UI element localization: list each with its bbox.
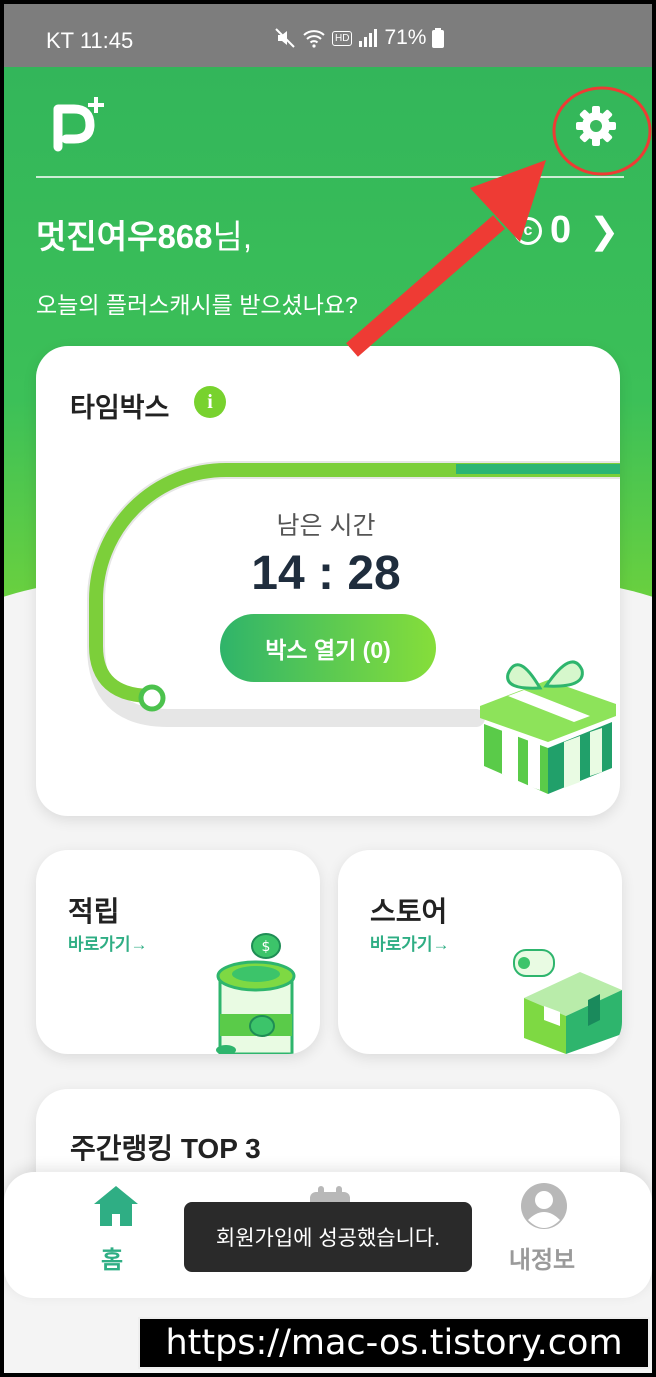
profile-icon [521, 1183, 567, 1229]
points-value: 0 [550, 209, 572, 251]
mute-icon [275, 28, 295, 48]
nav-my-label: 내정보 [508, 1247, 576, 1274]
gift-box-icon [480, 660, 616, 794]
app-logo [53, 97, 104, 152]
home-icon [94, 1186, 138, 1226]
parcel-box-icon [513, 949, 622, 1054]
nav-my-info[interactable]: 내정보 [482, 1172, 602, 1298]
nav-home[interactable]: 홈 [52, 1172, 172, 1298]
signal-icon [359, 29, 378, 47]
status-icons: HD 71% [274, 26, 445, 50]
header-divider [36, 176, 624, 178]
carrier-time: KT 11:45 [46, 28, 134, 53]
settings-gear-icon[interactable] [574, 104, 618, 148]
open-box-button[interactable]: 박스 열기 (0) [220, 614, 436, 682]
battery-icon [432, 28, 445, 48]
greeting-subtitle: 오늘의 플러스캐시를 받으셨나요? [36, 292, 358, 318]
coin-jar-icon: $ [216, 933, 296, 1054]
ranking-title: 주간랭킹 TOP 3 [70, 1133, 261, 1164]
greeting: 멋진여우868님, [36, 210, 252, 258]
chevron-right-icon: ❯ [589, 209, 620, 251]
greeting-suffix: 님, [212, 218, 253, 255]
save-title: 적립 [68, 896, 120, 927]
save-link[interactable]: 바로가기→ [68, 930, 148, 955]
store-link[interactable]: 바로가기→ [370, 930, 450, 955]
svg-text:$: $ [262, 939, 271, 955]
status-bar: KT 11:45 HD 71% [4, 4, 652, 67]
store-title: 스토어 [370, 896, 448, 927]
points-balance[interactable]: c 0 ❯ [514, 209, 619, 252]
progress-handle [138, 684, 166, 712]
toast-message: 회원가입에 성공했습니다. [184, 1202, 472, 1272]
watermark: https://mac-os.tistory.com [138, 1317, 650, 1369]
remaining-time-value: 14 : 28 [251, 547, 401, 600]
hd-badge: HD [332, 30, 353, 46]
remaining-time-label: 남은 시간 [276, 512, 376, 540]
app-frame: KT 11:45 HD 71% 멋진여우868님, c 0 ❯ 오늘의 플러스캐… [4, 4, 652, 1373]
save-shortcut-card[interactable]: 적립 바로가기→ $ [36, 850, 320, 1054]
store-shortcut-card[interactable]: 스토어 바로가기→ [338, 850, 622, 1054]
wifi-icon [303, 30, 325, 48]
timebox-card: 타임박스 i 남은 시간 14 : 28 박스 열기 (0) [36, 346, 620, 816]
coin-icon: c [514, 216, 542, 245]
user-nickname: 멋진여우868 [36, 218, 213, 255]
battery-percent: 71% [384, 26, 427, 49]
nav-home-label: 홈 [100, 1247, 124, 1274]
